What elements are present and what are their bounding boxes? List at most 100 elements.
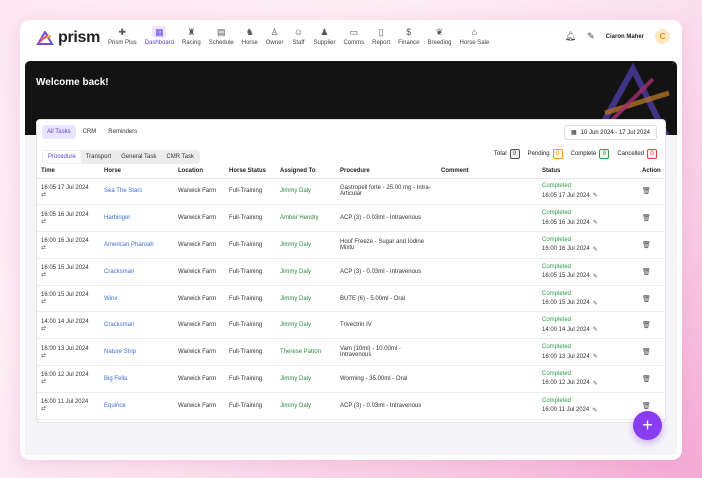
- column-header-location: Location: [174, 165, 225, 179]
- status-time: 16:05 15 Jul 2024: [542, 273, 590, 280]
- horse-status-cell: Full-Training: [229, 375, 263, 382]
- supplier-icon: ♟: [320, 26, 329, 37]
- nav-item-supplier[interactable]: ♟ Supplier: [309, 26, 339, 52]
- delete-icon[interactable]: 🗑︎: [642, 322, 651, 329]
- nav-item-horse[interactable]: ♞ Horse: [238, 26, 262, 52]
- delete-icon[interactable]: 🗑︎: [642, 376, 651, 383]
- edit-icon[interactable]: ✎: [593, 219, 598, 226]
- horse-link[interactable]: Cracksman: [104, 269, 134, 275]
- repeat-icon: ⇄: [41, 299, 47, 306]
- table-header-row: Time Horse Location Horse Status Assigned To…: [37, 165, 665, 179]
- nav-item-staff[interactable]: ☺ Staff: [287, 26, 309, 52]
- procedure-cell: Hoof Freeze - Sugar and Iodine Mixtu: [340, 238, 425, 251]
- nav-item-breeding[interactable]: ❦ Breeding: [424, 26, 456, 52]
- table-row[interactable]: 16:05 16 Jul 2024 ⇄ Harbinger Warwick Farm…: [37, 204, 665, 233]
- subtab-general-task[interactable]: General Task: [116, 151, 161, 163]
- nav-item-label: Dashboard: [144, 40, 175, 46]
- edit-icon[interactable]: ✎: [593, 246, 598, 253]
- counter-cancelled: Cancelled 0: [617, 149, 657, 159]
- date-range-picker[interactable]: ▦ 10 Jun 2024 - 17 Jul 2024: [563, 125, 657, 140]
- nav-item-owner[interactable]: ♙ Owner: [262, 26, 288, 52]
- horse-link[interactable]: Big Fella: [104, 376, 127, 382]
- horse-link[interactable]: American Pharoah: [104, 242, 154, 248]
- delete-icon[interactable]: 🗑︎: [642, 188, 651, 195]
- edit-icon[interactable]: ✎: [593, 300, 598, 307]
- procedure-cell: ACP (3) - 0.03ml - Intravenous: [340, 268, 422, 275]
- horse-link[interactable]: Equinox: [104, 403, 126, 409]
- time-cell: 16:05 17 Jul 2024: [41, 184, 89, 191]
- nav-item-dashboard[interactable]: ▦ Dashboard: [141, 26, 178, 52]
- status-text: Completed: [542, 263, 572, 270]
- table-row[interactable]: 16:00 13 Jul 2024 ⇄ Nature Strip Warwick F…: [37, 338, 665, 367]
- edit-icon[interactable]: ✎: [592, 407, 597, 414]
- table-row[interactable]: 16:00 12 Jul 2024 ⇄ Big Fella Warwick Farm…: [37, 365, 665, 393]
- counter-pending: Pending 0: [528, 149, 563, 159]
- subtab-cmr-task[interactable]: CMR Task: [161, 151, 199, 163]
- delete-icon[interactable]: 🗑︎: [642, 269, 651, 276]
- status-text: Completed: [542, 370, 572, 377]
- counter-label: Complete: [570, 151, 597, 157]
- nav-item-finance[interactable]: $ Finance: [394, 26, 423, 52]
- delete-icon[interactable]: 🗑︎: [642, 349, 651, 356]
- horse-link[interactable]: Nature Strip: [104, 349, 136, 355]
- edit-icon[interactable]: ✎: [593, 326, 598, 333]
- horse-status-cell: Full-Training: [229, 402, 263, 409]
- table-row[interactable]: 16:00 15 Jul 2024 ⇄ Winx Warwick Farm Full-…: [37, 285, 665, 313]
- clipboard-icon: ▯: [378, 26, 384, 37]
- status-time: 16:05 17 Jul 2024: [542, 192, 590, 199]
- assignee-cell: Jimmy Daly: [280, 268, 311, 275]
- horse-link[interactable]: Cracksman: [104, 322, 134, 328]
- status-text: Completed: [542, 344, 572, 351]
- table-row[interactable]: 16:05 17 Jul 2024 ⇄ Sea The Stars Warwick …: [37, 178, 665, 206]
- horse-link[interactable]: Sea The Stars: [104, 188, 142, 194]
- table-row[interactable]: 16:00 16 Jul 2024 ⇄ American Pharoah Warwi…: [37, 231, 665, 259]
- table-row[interactable]: 16:05 15 Jul 2024 ⇄ Cracksman Warwick Farm…: [37, 258, 665, 286]
- nav-item-horse-sale[interactable]: ⌂ Horse Sale: [456, 26, 494, 52]
- column-header-time: Time: [37, 165, 100, 179]
- nav-item-label: Staff: [292, 40, 305, 46]
- assignee-cell: Jimmy Daly: [280, 402, 311, 409]
- bell-icon[interactable]: 🔔︎: [565, 31, 576, 42]
- table-row[interactable]: 14:00 14 Jul 2024 ⇄ Cracksman Warwick Farm…: [37, 311, 665, 340]
- tab-all-tasks[interactable]: All Tasks: [42, 125, 76, 139]
- table-row[interactable]: 16:00 11 Jul 2024 ⇄ Equinox Warwick Farm Fu…: [37, 392, 665, 420]
- user-name[interactable]: Ciaron Maher: [606, 34, 644, 40]
- nav-item-report[interactable]: ▯ Report: [368, 26, 394, 52]
- location-cell: Warwick Farm: [178, 402, 217, 409]
- edit-icon[interactable]: ✎: [593, 273, 598, 280]
- delete-icon[interactable]: 🗑︎: [642, 403, 651, 410]
- avatar[interactable]: C: [655, 29, 670, 44]
- time-cell: 16:00 12 Jul 2024: [41, 372, 89, 379]
- delete-icon[interactable]: 🗑︎: [642, 296, 651, 303]
- horse-status-cell: Full-Training: [229, 295, 263, 302]
- date-range-text: 10 Jun 2024 - 17 Jul 2024: [580, 129, 650, 136]
- nav-item-comms[interactable]: ▭ Comms: [339, 26, 368, 52]
- nav-item-racing[interactable]: ♜ Racing: [178, 26, 205, 52]
- assignee-cell: Therese Patton: [280, 349, 322, 356]
- location-cell: Warwick Farm: [178, 241, 217, 248]
- edit-icon[interactable]: ✎: [593, 192, 598, 199]
- add-task-button[interactable]: +: [633, 411, 662, 440]
- horse-status-cell: Full-Training: [229, 322, 263, 329]
- magic-wand-icon[interactable]: ✎: [587, 31, 595, 42]
- repeat-icon: ⇄: [41, 325, 47, 332]
- users-icon: ☺: [293, 27, 304, 37]
- tab-reminders[interactable]: Reminders: [103, 125, 142, 139]
- nav-item-label: Finance: [398, 40, 420, 46]
- nav-item-schedule[interactable]: ▤ Schedule: [205, 26, 238, 52]
- delete-icon[interactable]: 🗑︎: [642, 242, 651, 249]
- subtab-transport[interactable]: Transport: [81, 151, 116, 163]
- nav-item-prism-plus[interactable]: ✚ Prism Plus: [104, 26, 141, 52]
- nav-item-label: Report: [372, 40, 391, 46]
- edit-icon[interactable]: ✎: [593, 380, 598, 387]
- horse-link[interactable]: Harbinger: [104, 215, 130, 221]
- repeat-icon: ⇄: [41, 406, 47, 413]
- nav-item-label: Horse: [241, 40, 258, 46]
- tab-crm[interactable]: CRM: [78, 125, 102, 139]
- edit-icon[interactable]: ✎: [593, 353, 598, 360]
- column-header-status: Status: [538, 165, 638, 179]
- delete-icon[interactable]: 🗑︎: [642, 215, 651, 222]
- horse-link[interactable]: Winx: [104, 296, 117, 302]
- subtab-procedure[interactable]: Procedure: [43, 151, 81, 163]
- logo[interactable]: prism: [36, 29, 100, 47]
